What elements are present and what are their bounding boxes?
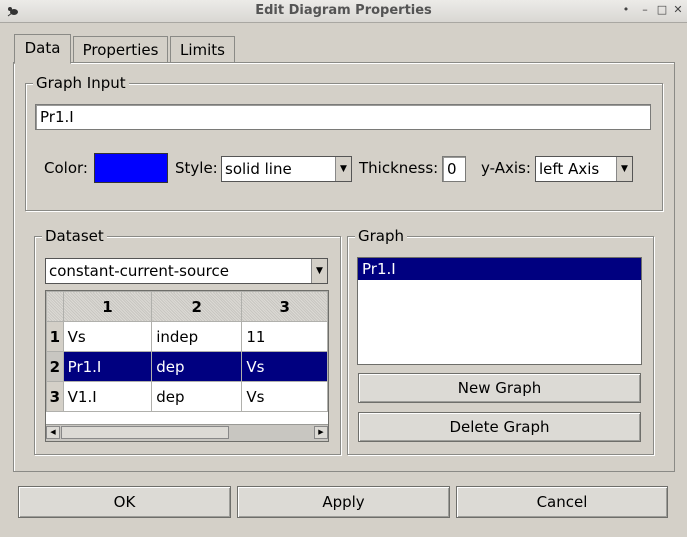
list-item[interactable]: Pr1.I [358, 258, 641, 280]
table-cell[interactable]: Vs [62, 321, 153, 352]
table-row[interactable]: 3 V1.I dep Vs [46, 381, 328, 412]
thickness-field[interactable]: 0 [442, 156, 466, 182]
color-swatch[interactable] [94, 153, 168, 183]
yaxis-label: y-Axis: [481, 159, 531, 177]
new-graph-button[interactable]: New Graph [358, 373, 641, 403]
table-cell[interactable]: 11 [241, 321, 328, 352]
chevron-down-icon[interactable]: ▼ [335, 157, 351, 181]
tab-limits[interactable]: Limits [170, 36, 235, 62]
table-corner [46, 291, 64, 322]
chevron-down-icon[interactable]: ▼ [616, 157, 632, 181]
yaxis-select[interactable]: left Axis ▼ [535, 156, 633, 182]
scroll-left-icon[interactable]: ◀ [46, 426, 60, 439]
graph-input-group: Graph Input [25, 73, 663, 211]
color-label: Color: [44, 159, 88, 177]
column-header[interactable]: 1 [62, 291, 153, 322]
table-cell[interactable]: Vs [241, 381, 328, 412]
scroll-right-icon[interactable]: ▶ [314, 426, 328, 439]
window-menu-icon[interactable]: • [618, 2, 634, 18]
graph-input-legend: Graph Input [33, 73, 129, 93]
dataset-select-value: constant-current-source [49, 262, 229, 280]
chevron-down-icon[interactable]: ▼ [311, 259, 327, 283]
row-header[interactable]: 1 [46, 321, 64, 352]
tab-properties[interactable]: Properties [73, 36, 168, 62]
dataset-grid: 1 2 3 1 Vs indep 11 2 Pr1.I dep Vs 3 V1.… [46, 291, 328, 412]
table-cell[interactable]: dep [151, 381, 243, 412]
column-header[interactable]: 3 [241, 291, 328, 322]
table-cell[interactable]: Pr1.I [62, 351, 153, 382]
table-cell[interactable]: V1.I [62, 381, 153, 412]
ok-button[interactable]: OK [18, 486, 231, 518]
maximize-icon[interactable]: □ [654, 2, 670, 18]
close-icon[interactable]: ✕ [670, 2, 686, 18]
graph-legend: Graph [355, 226, 408, 246]
dataset-legend: Dataset [42, 226, 107, 246]
scrollbar-thumb[interactable] [61, 426, 229, 439]
cancel-button[interactable]: Cancel [456, 486, 668, 518]
title-bar: Edit Diagram Properties • – □ ✕ [0, 0, 687, 23]
row-header[interactable]: 3 [46, 381, 64, 412]
graph-input-field[interactable]: Pr1.I [35, 104, 651, 130]
window-title: Edit Diagram Properties [255, 3, 432, 18]
delete-graph-button[interactable]: Delete Graph [358, 412, 641, 442]
table-row[interactable]: 1 Vs indep 11 [46, 321, 328, 352]
table-row[interactable]: 2 Pr1.I dep Vs [46, 351, 328, 382]
dataset-select[interactable]: constant-current-source ▼ [45, 258, 328, 284]
style-select-value: solid line [225, 160, 292, 178]
style-select[interactable]: solid line ▼ [221, 156, 352, 182]
column-header[interactable]: 2 [151, 291, 243, 322]
row-header[interactable]: 2 [46, 351, 64, 382]
graph-list[interactable]: Pr1.I [357, 257, 642, 365]
horizontal-scrollbar[interactable]: ◀ ▶ [46, 424, 328, 441]
table-cell[interactable]: indep [151, 321, 243, 352]
table-cell[interactable]: dep [151, 351, 243, 382]
tab-data[interactable]: Data [14, 34, 71, 64]
table-cell[interactable]: Vs [241, 351, 328, 382]
yaxis-select-value: left Axis [539, 160, 600, 178]
dataset-table[interactable]: 1 2 3 1 Vs indep 11 2 Pr1.I dep Vs 3 V1.… [45, 290, 329, 442]
thickness-label: Thickness: [359, 159, 439, 177]
apply-button[interactable]: Apply [237, 486, 450, 518]
style-label: Style: [175, 159, 218, 177]
minimize-icon[interactable]: – [637, 2, 653, 18]
